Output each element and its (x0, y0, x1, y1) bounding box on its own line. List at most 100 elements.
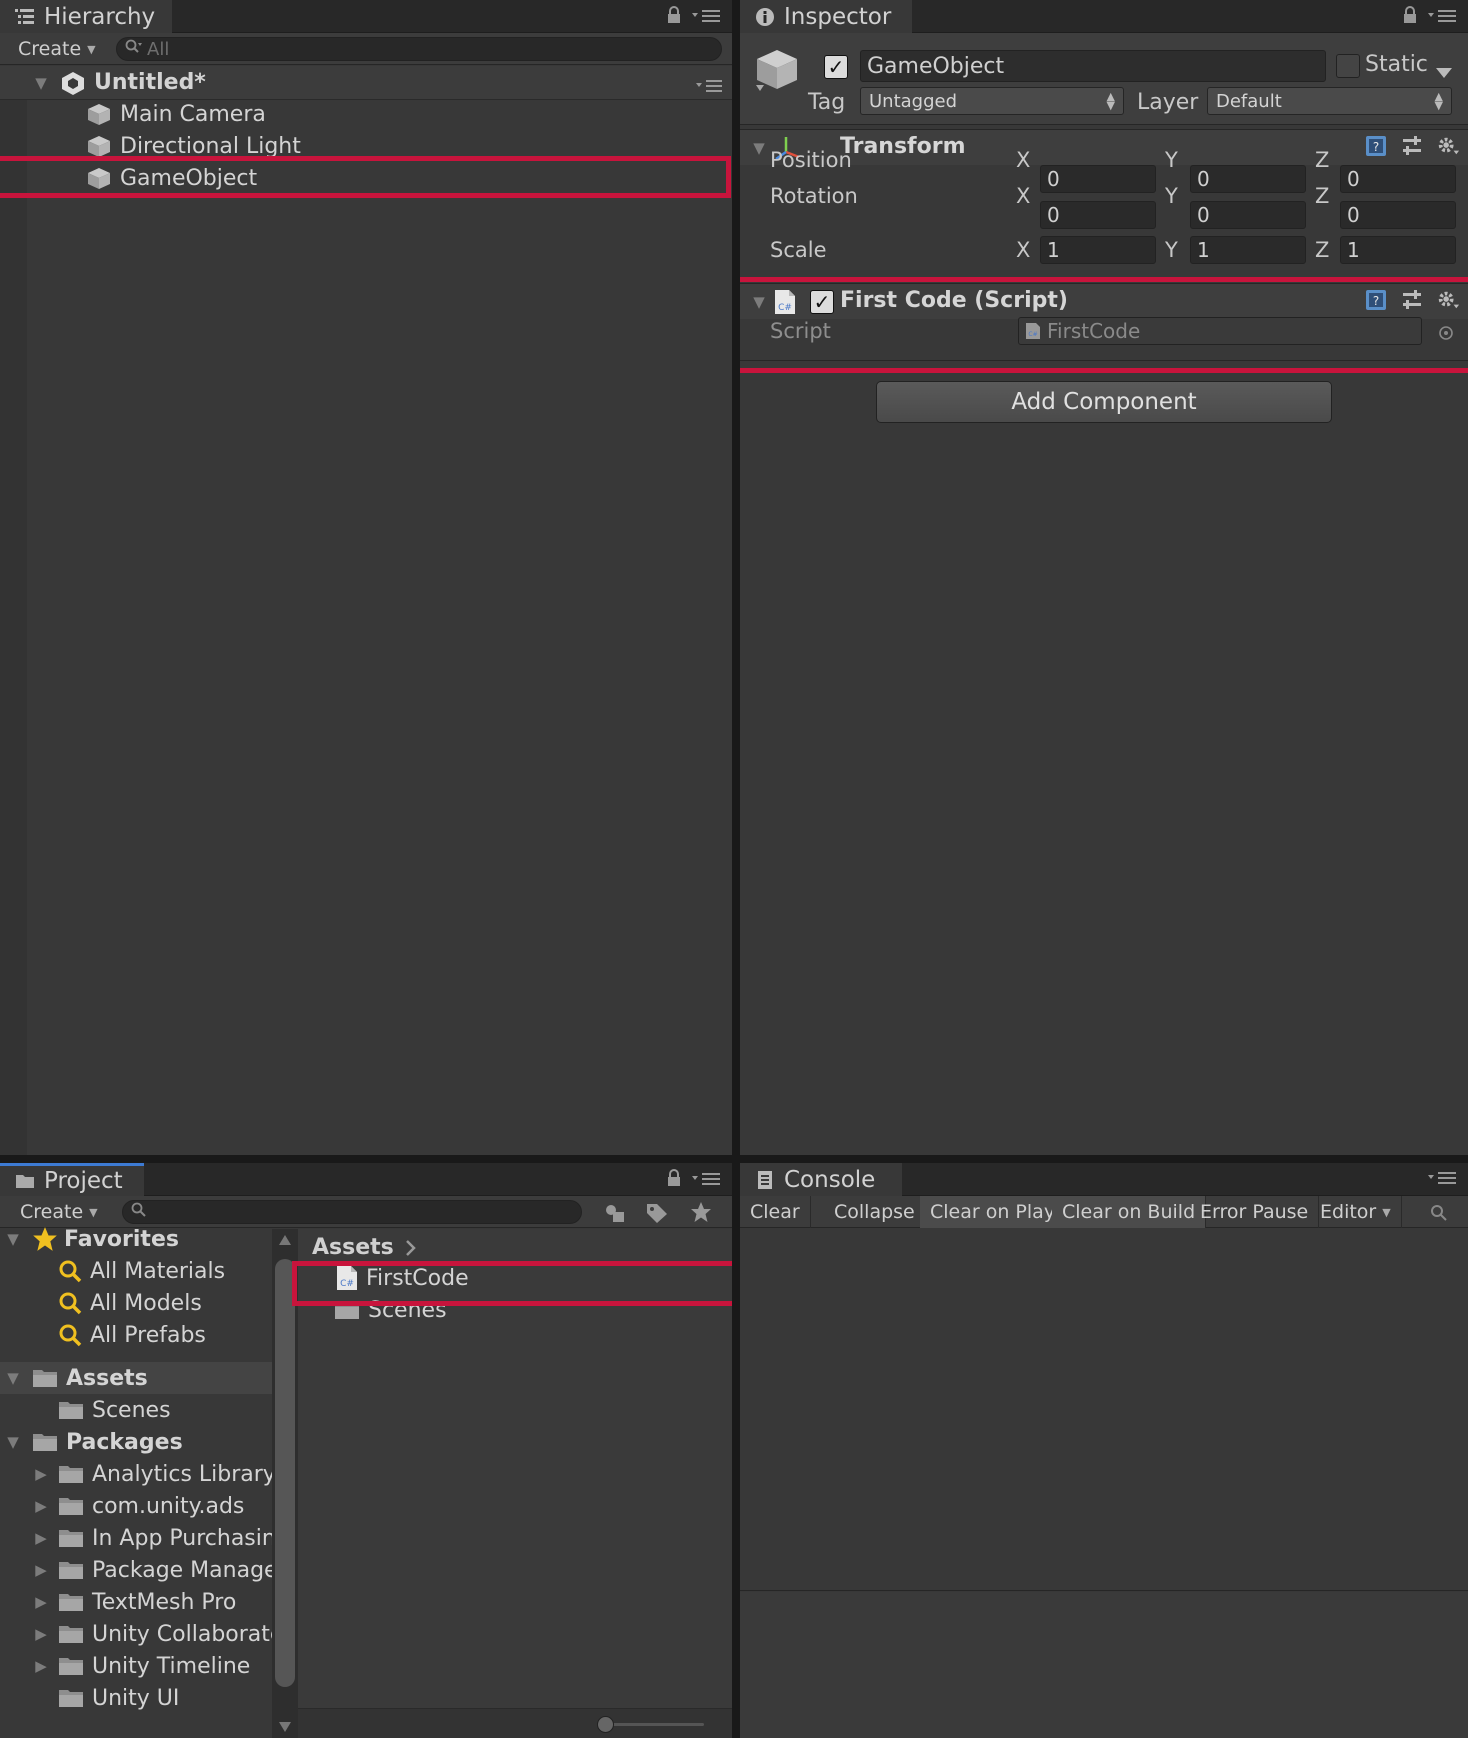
tag-dropdown[interactable]: Untagged ▲ ▼ (860, 87, 1124, 115)
zoom-slider-track[interactable] (604, 1723, 704, 1726)
breadcrumb[interactable]: Assets (312, 1235, 418, 1260)
zoom-slider-thumb[interactable] (597, 1716, 614, 1733)
package-item[interactable]: ▶ Package Manage (0, 1554, 277, 1586)
rotation-y-input[interactable]: 0 (1190, 201, 1306, 229)
tab-hierarchy[interactable]: Hierarchy (0, 0, 172, 33)
favorite-item-all-prefabs[interactable]: All Prefabs (0, 1319, 272, 1351)
hierarchy-item-gameobject[interactable]: GameObject (0, 162, 732, 194)
filter-by-type-icon[interactable] (603, 1202, 627, 1229)
fold-right-icon[interactable]: ▶ (32, 1561, 50, 1579)
hierarchy-item-directional-light[interactable]: Directional Light (0, 130, 732, 162)
package-item[interactable]: ▶ Analytics Library (0, 1458, 276, 1490)
project-search-input[interactable] (122, 1200, 582, 1224)
assets-child-scenes[interactable]: Scenes (0, 1394, 272, 1426)
panel-menu-icon[interactable] (692, 7, 722, 28)
position-y-input[interactable]: 0 (1190, 165, 1306, 193)
assets-tree-row[interactable]: ▼ Assets (0, 1362, 272, 1394)
project-create-button[interactable]: Create ▼ (20, 1199, 98, 1225)
panel-menu-icon[interactable] (692, 1170, 722, 1191)
inspector-panel: Inspector ✓ GameObject ✓ Static Tag Unta… (740, 0, 1468, 1155)
package-item[interactable]: ▶ com.unity.ads (0, 1490, 272, 1522)
help-book-icon[interactable]: ? (1364, 134, 1388, 158)
lock-icon[interactable] (666, 6, 682, 29)
hierarchy-search-placeholder: All (147, 38, 170, 60)
help-book-icon[interactable]: ? (1364, 288, 1388, 312)
script-component-header[interactable]: ▼ C# ✓ First Code (Script) ? (740, 283, 1468, 319)
scroll-thumb[interactable] (275, 1259, 295, 1687)
preset-sliders-icon[interactable] (1400, 134, 1424, 158)
fold-right-icon[interactable]: ▶ (32, 1497, 50, 1515)
scene-name: Untitled* (94, 70, 206, 95)
object-picker-icon[interactable] (1438, 322, 1454, 346)
static-checkbox[interactable]: ✓ (1336, 54, 1360, 78)
console-clear-on-build-button[interactable]: Clear on Build (1052, 1196, 1207, 1228)
preset-sliders-icon[interactable] (1400, 288, 1424, 312)
filter-by-label-icon[interactable] (645, 1202, 669, 1229)
svg-text:?: ? (1373, 294, 1379, 308)
fold-down-icon[interactable]: ▼ (750, 139, 768, 157)
gear-icon[interactable] (1436, 134, 1460, 158)
scale-z-label: Z (1315, 238, 1330, 262)
scroll-down-icon[interactable] (279, 1722, 291, 1732)
fold-down-icon[interactable]: ▼ (4, 1230, 22, 1248)
rotation-x-input[interactable]: 0 (1040, 201, 1156, 229)
console-clear-button[interactable]: Clear (740, 1196, 811, 1228)
fold-down-icon[interactable]: ▼ (4, 1433, 22, 1451)
gear-icon[interactable] (1436, 288, 1460, 312)
package-item[interactable]: ▶ TextMesh Pro (0, 1586, 272, 1618)
layer-label: Layer (1137, 90, 1199, 115)
active-checkbox[interactable]: ✓ (824, 55, 848, 79)
console-editor-dropdown[interactable]: Editor ▼ (1310, 1196, 1402, 1228)
tab-inspector[interactable]: Inspector (740, 0, 912, 33)
scale-z-input[interactable]: 1 (1340, 236, 1456, 264)
scale-y-input[interactable]: 1 (1190, 236, 1306, 264)
fold-down-icon[interactable]: ▼ (4, 1369, 22, 1387)
file-item-scenes[interactable]: Scenes (298, 1294, 732, 1326)
add-component-button[interactable]: Add Component (876, 381, 1332, 423)
tab-console[interactable]: Console (740, 1163, 902, 1196)
fold-down-icon[interactable]: ▼ (32, 74, 50, 92)
packages-tree-row[interactable]: ▼ Packages (0, 1426, 272, 1458)
favorite-star-icon[interactable] (690, 1201, 712, 1228)
scene-row[interactable]: ▼ Untitled* (0, 66, 732, 100)
layer-dropdown[interactable]: Default ▲ ▼ (1207, 87, 1452, 115)
scroll-up-icon[interactable] (279, 1235, 291, 1245)
object-name-input[interactable]: GameObject (860, 50, 1326, 82)
lock-icon[interactable] (1402, 6, 1418, 29)
favorites-row[interactable]: ▼ Favorites (0, 1223, 272, 1255)
file-item-firstcode[interactable]: C# FirstCode (298, 1262, 732, 1294)
favorite-item-all-models[interactable]: All Models (0, 1287, 272, 1319)
folder-icon (59, 1498, 83, 1515)
hierarchy-create-button[interactable]: Create ▼ (18, 36, 96, 62)
script-enabled-checkbox[interactable]: ✓ (810, 290, 834, 314)
static-dropdown-icon[interactable] (1436, 59, 1452, 83)
rotation-z-input[interactable]: 0 (1340, 201, 1456, 229)
script-field-value[interactable]: C# FirstCode (1018, 317, 1422, 345)
console-collapse-button[interactable]: Collapse (824, 1196, 926, 1228)
panel-menu-icon[interactable] (1428, 1169, 1458, 1190)
package-item[interactable]: ▶ Unity Timeline (0, 1650, 272, 1682)
lock-icon[interactable] (666, 1169, 682, 1192)
tab-project[interactable]: Project (0, 1163, 144, 1196)
hierarchy-item-main-camera[interactable]: Main Camera (0, 98, 732, 130)
hierarchy-search-input[interactable]: All (116, 37, 722, 61)
favorite-item-all-materials[interactable]: All Materials (0, 1255, 272, 1287)
tree-scrollbar[interactable] (272, 1229, 298, 1738)
panel-menu-icon[interactable] (1428, 7, 1458, 28)
console-search-icon[interactable] (1430, 1203, 1448, 1227)
fold-right-icon[interactable]: ▶ (32, 1465, 50, 1483)
scale-x-input[interactable]: 1 (1040, 236, 1156, 264)
fold-down-icon[interactable]: ▼ (750, 293, 768, 311)
package-item[interactable]: ▶ In App Purchasin (0, 1522, 276, 1554)
position-x-input[interactable]: 0 (1040, 165, 1156, 193)
fold-right-icon[interactable]: ▶ (32, 1657, 50, 1675)
package-item[interactable]: Unity UI (0, 1682, 272, 1714)
package-item[interactable]: ▶ Unity Collaborate (0, 1618, 283, 1650)
console-clear-on-play-button[interactable]: Clear on Play (920, 1196, 1067, 1228)
position-z-input[interactable]: 0 (1340, 165, 1456, 193)
scene-menu-icon[interactable] (696, 74, 724, 99)
console-error-pause-button[interactable]: Error Pause (1190, 1196, 1320, 1228)
fold-right-icon[interactable]: ▶ (32, 1625, 50, 1643)
fold-right-icon[interactable]: ▶ (32, 1593, 50, 1611)
fold-right-icon[interactable]: ▶ (32, 1529, 50, 1547)
